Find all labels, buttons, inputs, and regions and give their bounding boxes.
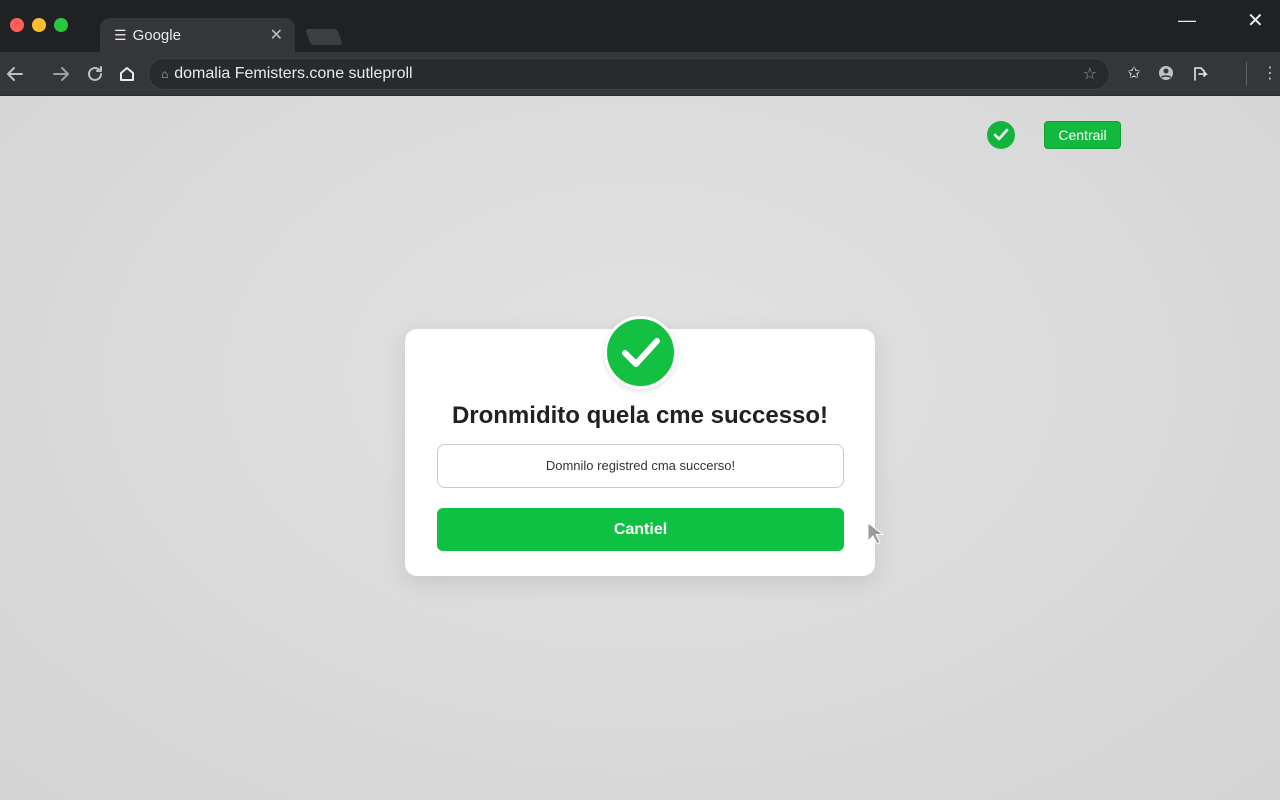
address-bar-url: domalia Femisters.cone sutleproll xyxy=(174,65,413,82)
account-icon[interactable] xyxy=(1156,64,1176,84)
extensions-icon[interactable]: ✩ xyxy=(1124,64,1144,84)
more-icon[interactable]: ⋮ xyxy=(1262,64,1278,84)
browser-tab-bar: ☰ Google ✕ — ✕ xyxy=(0,0,1280,52)
browser-toolbar: ⌂ domalia Femisters.cone sutleproll ☆ ✩ … xyxy=(0,52,1280,96)
browser-tab-active[interactable]: ☰ Google ✕ xyxy=(100,18,295,52)
profile-icon[interactable] xyxy=(1190,64,1210,84)
success-check-icon xyxy=(987,121,1015,149)
dialog-confirm-button[interactable]: Cantiel xyxy=(437,508,844,551)
tab-menu-icon: ☰ xyxy=(114,26,127,43)
new-tab-button[interactable] xyxy=(305,29,343,45)
reload-icon[interactable] xyxy=(84,63,106,85)
toolbar-separator xyxy=(1246,62,1247,86)
window-close-icon[interactable]: ✕ xyxy=(1247,8,1264,33)
home-icon[interactable] xyxy=(116,63,138,85)
back-arrow-icon[interactable] xyxy=(4,63,26,85)
tab-close-icon[interactable]: ✕ xyxy=(270,25,283,45)
site-info-icon[interactable]: ⌂ xyxy=(161,67,168,81)
dialog-title: Dronmidito quela cme successo! xyxy=(451,402,829,429)
tab-title: Google xyxy=(132,26,181,44)
address-bar[interactable]: ⌂ domalia Femisters.cone sutleproll ☆ xyxy=(148,58,1110,90)
window-minimize-icon[interactable]: — xyxy=(1178,10,1196,31)
window-close-dot[interactable] xyxy=(10,18,24,32)
window-minimize-dot[interactable] xyxy=(32,18,46,32)
dialog-check-icon xyxy=(604,316,677,389)
top-action-button[interactable]: Centrail xyxy=(1044,121,1121,149)
window-maximize-dot[interactable] xyxy=(54,18,68,32)
dialog-message-field[interactable]: Domnilo registred cma succerso! xyxy=(437,444,844,488)
bookmark-star-icon[interactable]: ☆ xyxy=(1083,64,1097,84)
mouse-cursor-icon xyxy=(866,521,885,550)
forward-arrow-icon[interactable] xyxy=(50,63,72,85)
